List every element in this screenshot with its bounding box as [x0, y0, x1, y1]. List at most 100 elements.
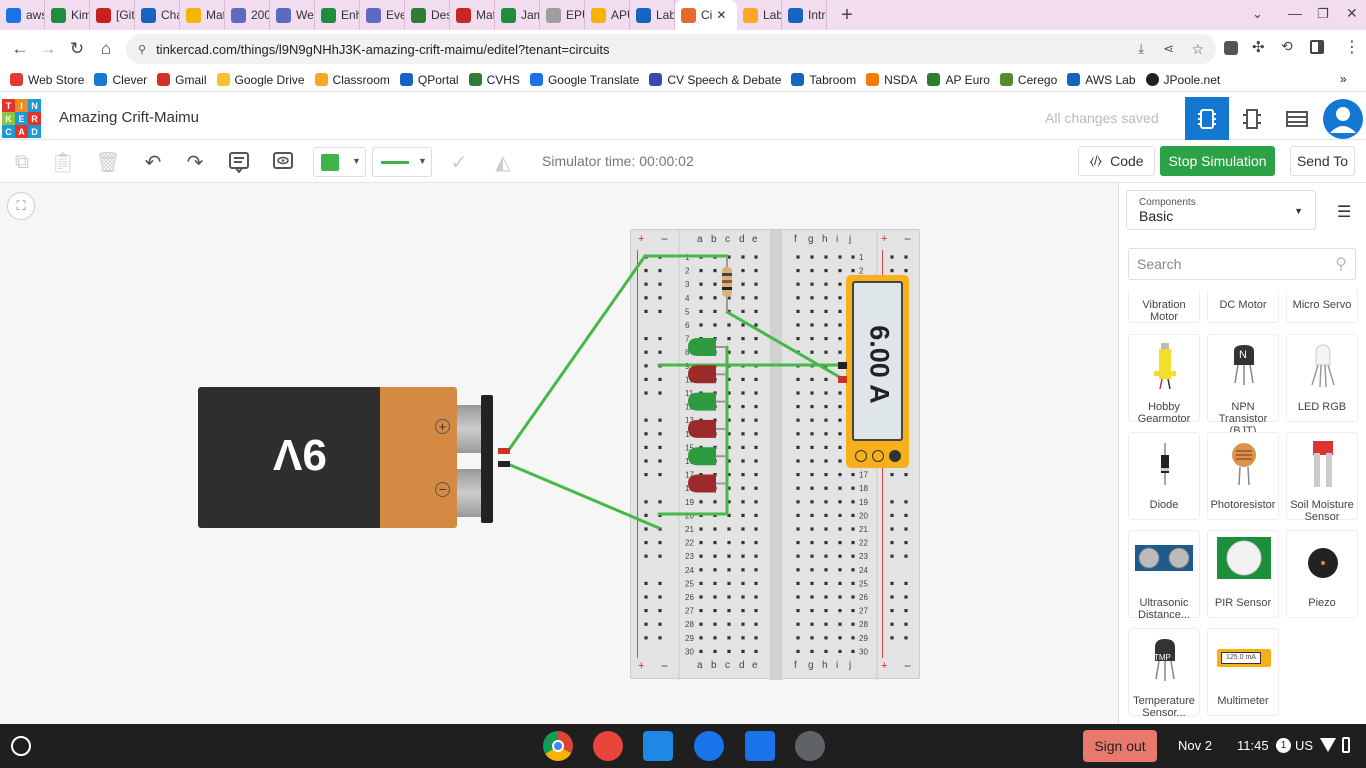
browser-tab-16[interactable]: Lab 1 — [737, 0, 782, 30]
home-icon[interactable]: ⌂ — [92, 35, 120, 63]
more-bookmarks-chevron-icon[interactable]: » — [1340, 72, 1347, 86]
bookmark-classroom[interactable]: Classroom — [314, 73, 390, 87]
address-bar[interactable]: ⚲ tinkercad.com/things/l9N9gNHhJ3K-amazi… — [126, 34, 1216, 64]
flip-icon[interactable]: ◭ — [488, 147, 518, 177]
component-search-input-overlay[interactable]: Search ⚲ — [1128, 248, 1356, 280]
list-view-icon[interactable]: ☰ — [1337, 202, 1351, 222]
bookmark-tabroom[interactable]: Tabroom — [791, 73, 856, 87]
component-photoresistor[interactable]: Photoresistor — [1207, 432, 1279, 520]
side-panel-icon[interactable] — [1310, 40, 1324, 54]
browser-tab-17[interactable]: Intro — [782, 0, 827, 30]
bookmark-gmail[interactable]: Gmail — [157, 73, 207, 87]
browser-tab-6[interactable]: Week — [270, 0, 315, 30]
browser-tab-0[interactable]: awsa — [0, 0, 45, 30]
new-tab-button[interactable]: + — [827, 4, 867, 27]
tab-search-chevron-icon[interactable]: ⌄ — [1252, 6, 1263, 22]
minimize-window-icon[interactable]: — — [1288, 5, 1302, 21]
back-arrow-icon[interactable]: ← — [6, 35, 34, 63]
tinkercad-logo[interactable]: T I N K E R C A D — [2, 99, 41, 138]
bookmark-google-translate[interactable]: Google Translate — [529, 73, 639, 87]
component-piezo[interactable]: Piezo — [1286, 530, 1358, 618]
chrome-app-icon[interactable] — [543, 731, 573, 761]
shelf-date[interactable]: Nov 2 — [1178, 738, 1212, 753]
send-to-button[interactable]: Send To — [1290, 146, 1355, 176]
rotate-icon[interactable]: ✓ — [444, 147, 474, 177]
close-tab-icon[interactable]: ✕ — [716, 8, 726, 22]
files-app-icon[interactable] — [745, 731, 775, 761]
notification-badge[interactable]: 1 — [1276, 738, 1291, 753]
component-led-rgb[interactable]: LED RGB — [1286, 334, 1358, 422]
bookmark-aws-lab[interactable]: AWS Lab — [1067, 73, 1136, 87]
delete-trash-icon[interactable]: 🗑︎ — [93, 147, 123, 177]
component-soil-moisture-sensor[interactable]: Soil Moisture Sensor — [1286, 432, 1358, 523]
battery-status-icon[interactable] — [1342, 737, 1350, 753]
undo-icon[interactable]: ↶ — [138, 147, 168, 177]
multimeter-mode-icon[interactable] — [889, 450, 901, 462]
copy-icon[interactable]: ⧉ — [7, 147, 37, 177]
shelf-time[interactable]: 11:45 — [1237, 738, 1269, 753]
zoom-to-fit-icon[interactable]: ⛶ — [7, 192, 35, 220]
bookmark-cvhs[interactable]: CVHS — [468, 73, 520, 87]
shelf-locale[interactable]: US — [1295, 738, 1313, 753]
multimeter[interactable]: 6.00 A — [846, 275, 909, 468]
browser-tab-14[interactable]: Lab # — [630, 0, 675, 30]
camera-app-icon[interactable] — [694, 731, 724, 761]
browser-tab-11[interactable]: Jame — [495, 0, 540, 30]
multimeter-port-icon[interactable] — [872, 450, 884, 462]
user-avatar[interactable] — [1323, 99, 1363, 139]
reload-icon[interactable]: ↻ — [63, 35, 91, 63]
notes-visibility-icon[interactable] — [268, 147, 298, 177]
paste-icon[interactable]: 📋︎ — [48, 147, 78, 177]
browser-tab-5[interactable]: 2006 — [225, 0, 270, 30]
schematic-view-button[interactable] — [1230, 97, 1274, 140]
battery-9v[interactable]: 9V + − — [198, 387, 495, 529]
component-ultrasonic-sensor[interactable]: Ultrasonic Distance... — [1128, 530, 1200, 621]
design-title[interactable]: Amazing Crift-Maimu — [59, 109, 199, 126]
browser-menu-icon[interactable]: ⋮ — [1344, 37, 1360, 57]
bookmark-qportal[interactable]: QPortal — [399, 73, 459, 87]
browser-tab-2[interactable]: [GitH — [90, 0, 135, 30]
bookmark-cerego[interactable]: Cerego — [999, 73, 1057, 87]
settings-gear-icon[interactable] — [795, 731, 825, 761]
forward-arrow-icon[interactable]: → — [34, 35, 62, 63]
close-window-icon[interactable]: ✕ — [1346, 5, 1358, 22]
launcher-icon[interactable] — [11, 736, 31, 756]
browser-tab-13[interactable]: APUS — [585, 0, 630, 30]
multimeter-port-icon[interactable] — [855, 450, 867, 462]
component-npn-transistor[interactable]: N NPN Transistor (BJT) — [1207, 334, 1279, 437]
browser-tab-9[interactable]: Desm — [405, 0, 450, 30]
browser-tab-10[interactable]: Mathe — [450, 0, 495, 30]
notes-icon[interactable] — [224, 147, 254, 177]
maximize-window-icon[interactable]: ❐ — [1317, 6, 1329, 22]
extensions-puzzle-icon[interactable]: ✣ — [1252, 38, 1265, 56]
browser-tab-7[interactable]: Enhan — [315, 0, 360, 30]
component-diode[interactable]: Diode — [1128, 432, 1200, 520]
share-icon[interactable]: ⋖ — [1163, 41, 1174, 57]
bookmark-nsda[interactable]: NSDA — [866, 73, 917, 87]
browser-tab-4[interactable]: Mater — [180, 0, 225, 30]
bookmark-cv-speech-debate[interactable]: CV Speech & Debate — [649, 73, 781, 87]
browser-tab-active[interactable]: Ci ✕ — [675, 0, 737, 30]
circuit-view-button[interactable] — [1185, 97, 1229, 140]
stop-simulation-button[interactable]: Stop Simulation — [1160, 146, 1275, 176]
bookmark-ap-euro[interactable]: AP Euro — [927, 73, 990, 87]
site-info-icon[interactable]: ⚲ — [138, 43, 146, 56]
bookmark-google-drive[interactable]: Google Drive — [216, 73, 305, 87]
components-dropdown[interactable]: Components Basic ▼ — [1126, 190, 1316, 230]
wifi-icon[interactable] — [1320, 738, 1336, 752]
media-control-icon[interactable]: ⟲ — [1281, 38, 1293, 55]
classroom-app-icon[interactable] — [643, 731, 673, 761]
bookmark-clever[interactable]: Clever — [94, 73, 147, 87]
circuit-workspace[interactable]: ⛶ 9V + − + − + − + − + − a b c d e f g h… — [0, 183, 1118, 724]
install-app-icon[interactable]: ⤓ — [1138, 41, 1144, 57]
canvas-app-icon[interactable] — [593, 731, 623, 761]
component-hobby-gearmotor[interactable]: Hobby Gearmotor — [1128, 334, 1200, 425]
component-temperature-sensor[interactable]: TMP Temperature Sensor... — [1128, 628, 1200, 719]
component-multimeter[interactable]: 125.0 mA Multimeter — [1207, 628, 1279, 716]
bookmark-star-icon[interactable]: ☆ — [1191, 41, 1204, 58]
redo-icon[interactable]: ↷ — [180, 147, 210, 177]
bookmark-jpoole[interactable]: JPoole.net — [1145, 73, 1220, 87]
bookmark-web-store[interactable]: Web Store — [10, 73, 84, 87]
wire-type-picker[interactable]: ▼ — [372, 147, 432, 177]
component-pir-sensor[interactable]: PIR Sensor — [1207, 530, 1279, 618]
